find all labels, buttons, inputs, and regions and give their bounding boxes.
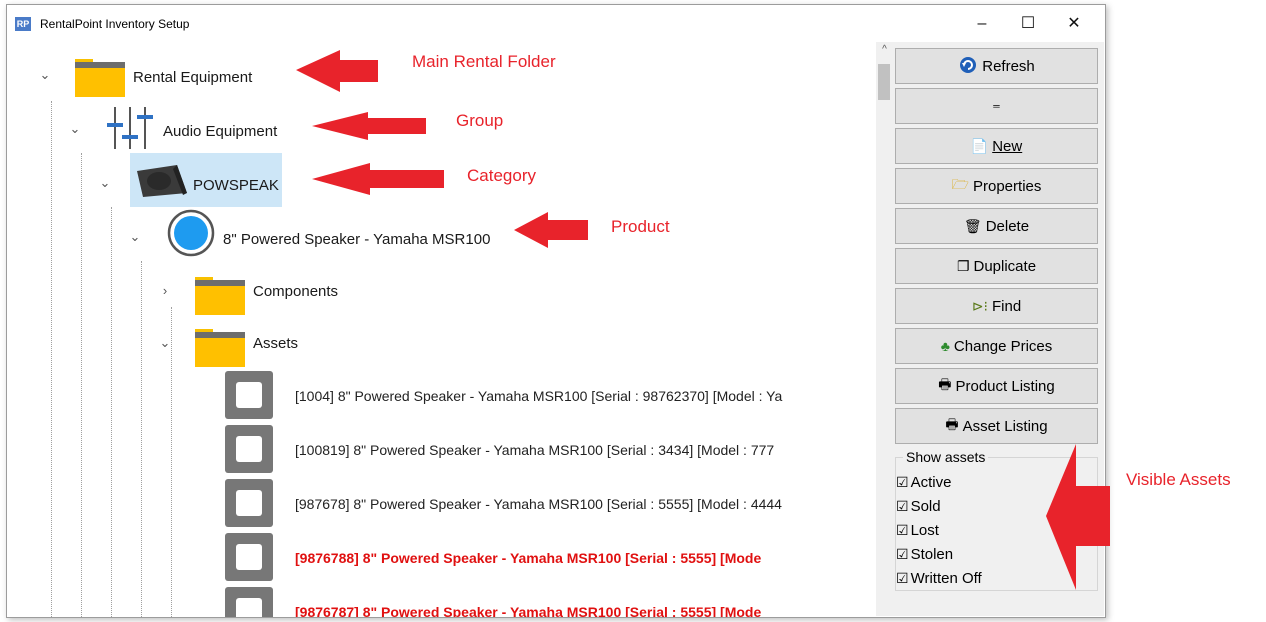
annotation-visible-assets: Visible Assets (1126, 470, 1231, 489)
annotation-arrows (296, 50, 1110, 590)
arrow-icon (312, 163, 444, 195)
arrow-icon (1046, 444, 1110, 590)
annotation-main-rental-folder: Main Rental Folder (412, 52, 556, 71)
arrow-icon (514, 212, 588, 248)
annotation-category: Category (467, 166, 536, 185)
annotation-product: Product (611, 217, 670, 236)
arrow-icon (296, 50, 378, 92)
arrow-icon (312, 112, 426, 140)
annotation-group: Group (456, 111, 504, 130)
